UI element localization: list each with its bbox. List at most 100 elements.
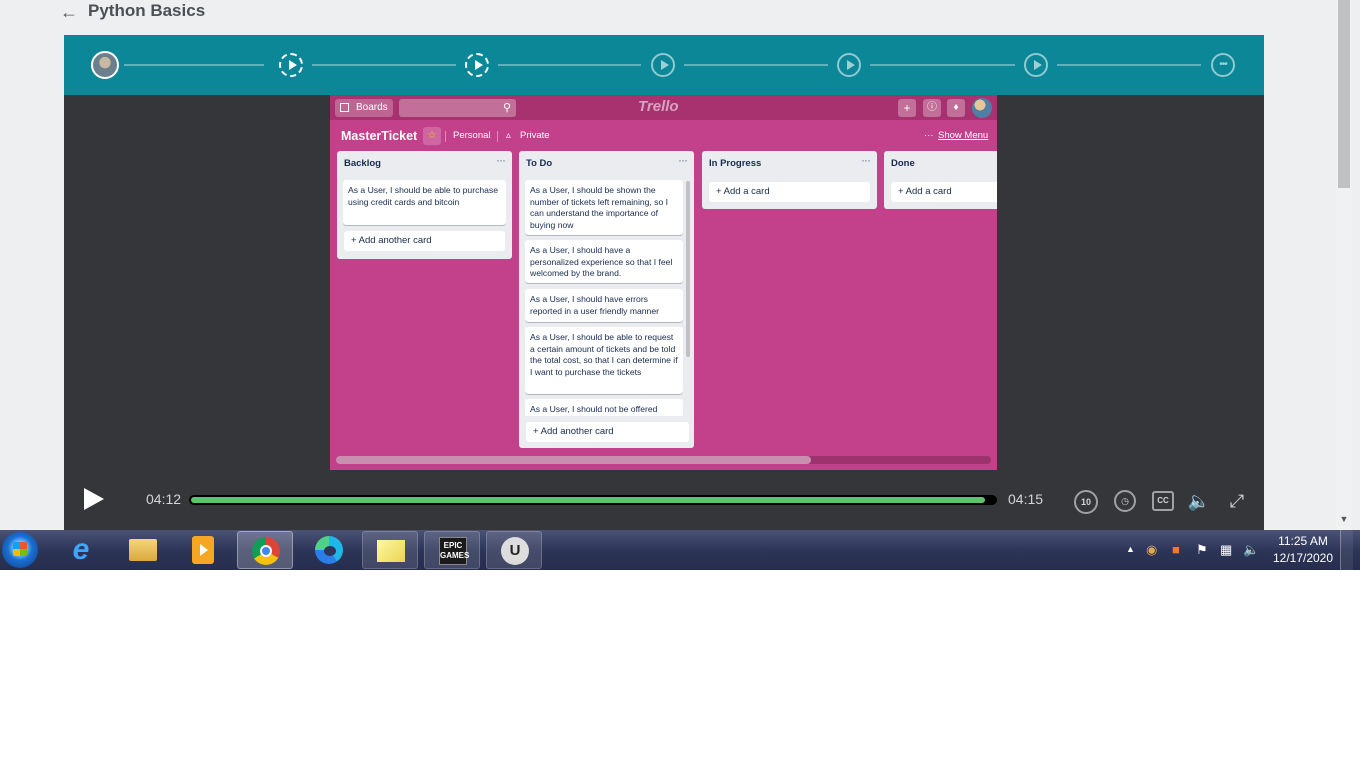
list-menu-icon: ··· bbox=[861, 153, 871, 167]
list-menu-icon: ··· bbox=[496, 153, 506, 167]
screen: ← Python Basics ••• Boards ⚲ Trello + ⓘ … bbox=[0, 0, 1360, 570]
folder-icon bbox=[129, 539, 157, 561]
divider bbox=[445, 131, 446, 142]
add-card-button: + Add a card bbox=[709, 182, 870, 202]
list-title: Backlog bbox=[344, 158, 381, 169]
info-icon: ⓘ bbox=[923, 99, 941, 117]
show-hidden-icons-arrow-icon[interactable]: ▲ bbox=[1126, 544, 1135, 554]
step-upcoming-3[interactable] bbox=[1024, 53, 1048, 77]
captions-button[interactable]: CC bbox=[1152, 491, 1174, 511]
search-icon: ⚲ bbox=[502, 102, 511, 114]
divider bbox=[497, 131, 498, 142]
board-horizontal-scrollbar bbox=[336, 456, 991, 464]
tray-app-icon[interactable]: ◉ bbox=[1146, 542, 1157, 558]
list-title: In Progress bbox=[709, 158, 762, 169]
volume-icon[interactable]: 🔈 bbox=[1186, 488, 1212, 514]
start-button[interactable] bbox=[2, 532, 38, 568]
list-done: Done + Add a card bbox=[884, 151, 997, 209]
chrome-icon bbox=[252, 537, 280, 565]
windows-taskbar: e EPIC GAMES U ▲ ◉ ■ ⚑ ▦ 🔈 11:25 AM 12/17… bbox=[0, 530, 1360, 570]
step-upcoming-1[interactable] bbox=[651, 53, 675, 77]
add-card-button: + Add another card bbox=[526, 422, 689, 442]
board-name: MasterTicket bbox=[341, 129, 418, 143]
rewind-10-button[interactable]: 10 bbox=[1074, 490, 1098, 514]
play-button[interactable] bbox=[84, 488, 104, 510]
taskbar-chrome[interactable] bbox=[237, 531, 293, 569]
fullscreen-icon[interactable]: ⤢ bbox=[1224, 488, 1250, 514]
step-connector bbox=[124, 64, 264, 66]
card: As a User, I should have errors reported… bbox=[525, 289, 683, 322]
step-connector bbox=[312, 64, 456, 66]
unreal-engine-icon: U bbox=[501, 537, 529, 565]
step-connector bbox=[870, 64, 1015, 66]
play-icon bbox=[1034, 60, 1042, 70]
sticky-notes-icon bbox=[377, 540, 405, 562]
step-upcoming-2[interactable] bbox=[837, 53, 861, 77]
card: As a User, I should not be offered bbox=[525, 399, 683, 416]
player-controls: 04:12 04:15 10 ◷ CC 🔈 ⤢ bbox=[64, 470, 1264, 530]
scrollbar-thumb[interactable] bbox=[1338, 0, 1350, 188]
card: As a User, I should have a personalized … bbox=[525, 240, 683, 283]
taskbar-edge[interactable] bbox=[301, 531, 357, 569]
trello-logo: Trello bbox=[638, 98, 679, 115]
playback-speed-icon[interactable]: ◷ bbox=[1114, 490, 1136, 512]
tray-java-icon[interactable]: ■ bbox=[1172, 542, 1180, 557]
list-menu-icon: ··· bbox=[678, 153, 688, 167]
trello-avatar bbox=[972, 98, 992, 118]
internet-explorer-icon: e bbox=[72, 533, 90, 566]
list-title: To Do bbox=[526, 158, 553, 169]
progress-bar[interactable] bbox=[189, 495, 997, 505]
clock-date[interactable]: 12/17/2020 bbox=[1270, 551, 1336, 565]
card: As a User, I should be able to request a… bbox=[525, 327, 683, 394]
trello-top-bar: Boards ⚲ Trello + ⓘ ♦ bbox=[330, 95, 997, 120]
list-backlog: Backlog ··· As a User, I should be able … bbox=[337, 151, 512, 259]
step-more[interactable]: ••• bbox=[1211, 53, 1235, 77]
card: As a User, I should be able to purchase … bbox=[343, 180, 506, 225]
taskbar-internet-explorer[interactable]: e bbox=[53, 531, 109, 569]
clock-time[interactable]: 11:25 AM bbox=[1270, 534, 1336, 548]
taskbar-sticky-notes[interactable] bbox=[362, 531, 418, 569]
boards-icon bbox=[340, 103, 349, 112]
boards-button: Boards bbox=[335, 99, 393, 117]
add-card-button: + Add a card bbox=[891, 182, 997, 202]
list-scrollbar bbox=[686, 181, 690, 357]
show-desktop-button[interactable] bbox=[1340, 530, 1353, 570]
page-scrollbar[interactable]: ▼ bbox=[1336, 0, 1352, 530]
progress-fill bbox=[191, 497, 986, 503]
taskbar-epic-games[interactable]: EPIC GAMES bbox=[424, 531, 480, 569]
step-completed-1[interactable] bbox=[279, 53, 303, 77]
step-completed-2[interactable] bbox=[465, 53, 489, 77]
trello-board-screenshot: Boards ⚲ Trello + ⓘ ♦ MasterTicket ☆ Per… bbox=[330, 95, 997, 470]
card: As a User, I should be shown the number … bbox=[525, 180, 683, 235]
trello-search: ⚲ bbox=[399, 99, 516, 117]
list-todo: To Do ··· As a User, I should be shown t… bbox=[519, 151, 694, 448]
scroll-down-arrow-icon[interactable]: ▼ bbox=[1339, 514, 1349, 524]
add-card-button: + Add another card bbox=[344, 231, 505, 251]
media-player-icon bbox=[192, 536, 214, 564]
board-scroll-thumb bbox=[336, 456, 811, 464]
taskbar-media-player[interactable] bbox=[175, 531, 231, 569]
network-icon[interactable]: ▦ bbox=[1220, 542, 1232, 558]
taskbar-file-explorer[interactable] bbox=[115, 531, 171, 569]
todo-card-area: As a User, I should be shown the number … bbox=[519, 180, 694, 416]
windows-logo-icon bbox=[13, 542, 27, 556]
lesson-step-bar: ••• bbox=[64, 35, 1264, 95]
back-arrow-icon[interactable]: ← bbox=[60, 2, 82, 22]
plus-icon: + bbox=[898, 99, 916, 117]
action-center-flag-icon[interactable]: ⚑ bbox=[1196, 542, 1208, 558]
window-edge bbox=[1352, 0, 1360, 530]
bell-icon: ♦ bbox=[947, 99, 965, 117]
play-icon bbox=[661, 60, 669, 70]
video-frame[interactable]: Boards ⚲ Trello + ⓘ ♦ MasterTicket ☆ Per… bbox=[64, 95, 1264, 470]
show-menu-label: Show Menu bbox=[938, 130, 989, 141]
play-icon bbox=[475, 60, 483, 70]
list-in-progress: In Progress ··· + Add a card bbox=[702, 151, 877, 209]
more-icon: ··· bbox=[924, 130, 934, 141]
volume-icon[interactable]: 🔈 bbox=[1243, 542, 1259, 558]
list-title: Done bbox=[891, 158, 915, 169]
course-title: Python Basics bbox=[88, 1, 206, 20]
instructor-avatar[interactable] bbox=[91, 51, 119, 79]
more-icon: ••• bbox=[1219, 59, 1228, 70]
step-connector bbox=[1057, 64, 1201, 66]
taskbar-unreal-engine[interactable]: U bbox=[486, 531, 542, 569]
